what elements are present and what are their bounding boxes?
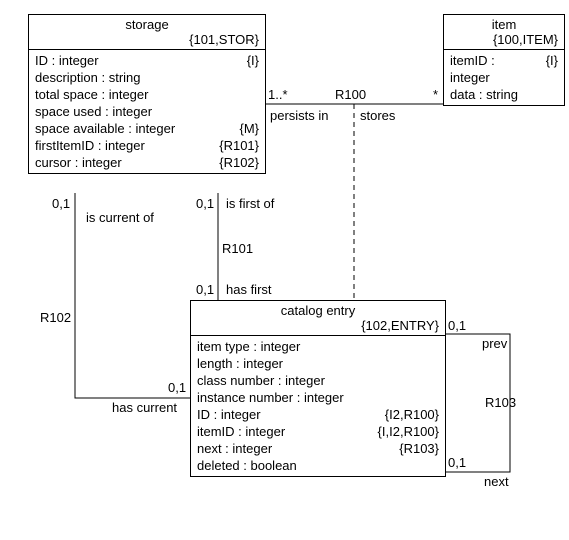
attr-row: cursor : integer{R102} — [35, 154, 259, 171]
r101-top-mult: 0,1 — [196, 196, 214, 211]
r102-top-mult: 0,1 — [52, 196, 70, 211]
attr-row: next : integer{R103} — [197, 440, 439, 457]
class-item-attrs: itemID : integer{I} data : string — [444, 50, 564, 105]
assoc-r102-name: R102 — [40, 310, 71, 325]
attr-row: firstItemID : integer{R101} — [35, 137, 259, 154]
attr-row: itemID : integer{I} — [450, 52, 558, 86]
r102-bot-role: has current — [112, 400, 177, 415]
class-stereotype: {101,STOR} — [35, 32, 259, 47]
attr-row: item type : integer — [197, 338, 439, 355]
r101-bot-role: has first — [226, 282, 272, 297]
assoc-r100-name: R100 — [335, 87, 366, 102]
attr-row: ID : integer{I2,R100} — [197, 406, 439, 423]
r103-top-mult: 0,1 — [448, 318, 466, 333]
attr-row: instance number : integer — [197, 389, 439, 406]
attr-row: space available : integer{M} — [35, 120, 259, 137]
attr-row: class number : integer — [197, 372, 439, 389]
r101-bot-mult: 0,1 — [196, 282, 214, 297]
attr-row: description : string — [35, 69, 259, 86]
class-catalog-title: catalog entry {102,ENTRY} — [191, 301, 445, 336]
attr-row: data : string — [450, 86, 558, 103]
class-storage-title: storage {101,STOR} — [29, 15, 265, 50]
class-item-title: item {100,ITEM} — [444, 15, 564, 50]
class-storage: storage {101,STOR} ID : integer{I} descr… — [28, 14, 266, 174]
r100-role-left: persists in — [270, 108, 329, 123]
class-item: item {100,ITEM} itemID : integer{I} data… — [443, 14, 565, 106]
r103-bot-mult: 0,1 — [448, 455, 466, 470]
class-catalog-attrs: item type : integer length : integer cla… — [191, 336, 445, 476]
attr-row: itemID : integer{I,I2,R100} — [197, 423, 439, 440]
r102-top-role: is current of — [86, 210, 154, 225]
attr-row: deleted : boolean — [197, 457, 439, 474]
class-name: catalog entry — [197, 303, 439, 318]
r103-top-role: prev — [482, 336, 507, 351]
attr-row: ID : integer{I} — [35, 52, 259, 69]
class-name: item — [450, 17, 558, 32]
class-storage-attrs: ID : integer{I} description : string tot… — [29, 50, 265, 173]
class-stereotype: {100,ITEM} — [450, 32, 558, 47]
class-catalog-entry: catalog entry {102,ENTRY} item type : in… — [190, 300, 446, 477]
r100-role-right: stores — [360, 108, 395, 123]
r103-bot-role: next — [484, 474, 509, 489]
class-name: storage — [35, 17, 259, 32]
r102-bot-mult: 0,1 — [168, 380, 186, 395]
r100-mult-left: 1..* — [268, 87, 288, 102]
assoc-r101-name: R101 — [222, 241, 253, 256]
uml-diagram: { "classes": { "storage": { "name": "sto… — [0, 0, 569, 540]
attr-row: total space : integer — [35, 86, 259, 103]
r101-top-role: is first of — [226, 196, 274, 211]
assoc-r103-name: R103 — [485, 395, 516, 410]
r100-mult-right: * — [433, 87, 438, 102]
attr-row: space used : integer — [35, 103, 259, 120]
attr-row: length : integer — [197, 355, 439, 372]
class-stereotype: {102,ENTRY} — [197, 318, 439, 333]
